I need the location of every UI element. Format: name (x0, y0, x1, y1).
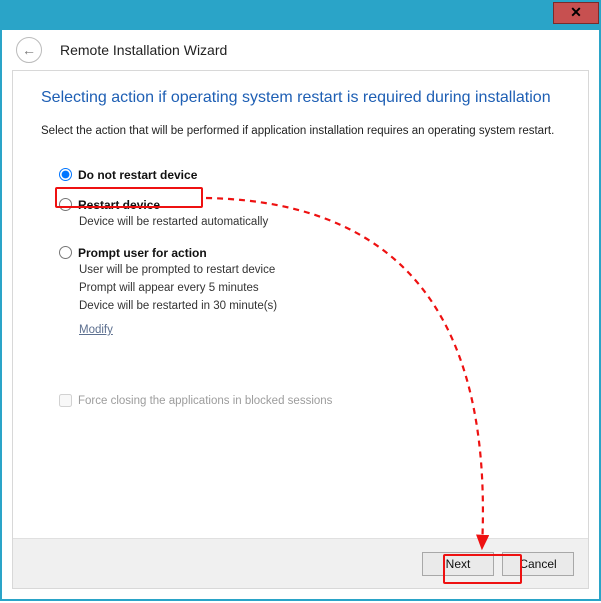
modify-link[interactable]: Modify (59, 324, 113, 336)
page-heading: Selecting action if operating system res… (41, 89, 560, 107)
option-label: Prompt user for action (78, 246, 207, 260)
wizard-title: Remote Installation Wizard (60, 42, 227, 58)
radio-restart-device[interactable]: Restart device (59, 198, 560, 212)
close-button[interactable]: ✕ (553, 2, 599, 24)
title-bar: ✕ (2, 2, 599, 30)
force-close-row: Force closing the applications in blocke… (41, 394, 560, 407)
radio-prompt-user[interactable]: Prompt user for action (59, 246, 560, 260)
restart-options-group: Do not restart device Restart device Dev… (41, 168, 560, 338)
option-description: User will be prompted to restart device (59, 262, 560, 278)
next-button[interactable]: Next (422, 552, 494, 576)
cancel-button[interactable]: Cancel (502, 552, 574, 576)
force-close-label: Force closing the applications in blocke… (78, 395, 332, 407)
back-arrow-icon: ← (22, 42, 36, 58)
radio-do-not-restart[interactable]: Do not restart device (59, 168, 560, 182)
option-description: Prompt will appear every 5 minutes (59, 280, 560, 296)
radio-input-restart-device[interactable] (59, 198, 72, 211)
radio-input-do-not-restart[interactable] (59, 168, 72, 181)
option-prompt-user: Prompt user for action User will be prom… (59, 246, 560, 338)
force-close-checkbox[interactable] (59, 394, 72, 407)
option-restart-device: Restart device Device will be restarted … (59, 198, 560, 230)
wizard-header: ← Remote Installation Wizard (2, 30, 599, 70)
option-label: Restart device (78, 198, 160, 212)
radio-input-prompt-user[interactable] (59, 246, 72, 259)
option-description: Device will be restarted in 30 minute(s) (59, 298, 560, 314)
content-area: Selecting action if operating system res… (13, 71, 588, 538)
close-icon: ✕ (570, 4, 582, 20)
content-panel: Selecting action if operating system res… (12, 70, 589, 589)
option-do-not-restart: Do not restart device (59, 168, 560, 182)
option-description: Device will be restarted automatically (59, 214, 560, 230)
wizard-footer: Next Cancel (13, 538, 588, 588)
instruction-text: Select the action that will be performed… (41, 123, 560, 140)
window-frame: ✕ ← Remote Installation Wizard Selecting… (0, 0, 601, 601)
back-button[interactable]: ← (16, 37, 42, 63)
option-label: Do not restart device (78, 168, 197, 182)
